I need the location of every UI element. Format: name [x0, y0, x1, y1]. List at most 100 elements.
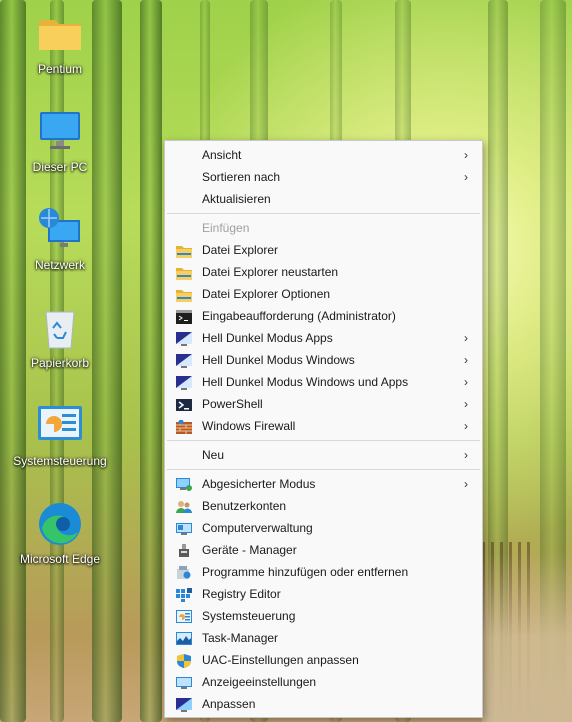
- menu-item-label: PowerShell: [202, 397, 263, 411]
- chevron-right-icon: ›: [464, 170, 468, 184]
- chevron-right-icon: ›: [464, 148, 468, 162]
- folder-icon: [176, 243, 192, 258]
- edge-icon: [36, 500, 84, 548]
- menu-item-label: Anpassen: [202, 697, 256, 711]
- display-mode-icon: [176, 331, 192, 346]
- menu-item-label: Systemsteuerung: [202, 609, 296, 623]
- registry-icon: [176, 587, 192, 602]
- desktop-icon-control-panel[interactable]: Systemsteuerung: [12, 402, 108, 468]
- menu-item-task-manager[interactable]: Task-Manager: [167, 627, 480, 649]
- menu-item-systemsteuerung[interactable]: Systemsteuerung: [167, 605, 480, 627]
- powershell-icon: [176, 397, 192, 411]
- menu-item-aktualisieren[interactable]: Aktualisieren: [167, 188, 480, 210]
- menu-item-label: Datei Explorer Optionen: [202, 287, 331, 301]
- menu-item-computerverwaltung[interactable]: Computerverwaltung: [167, 517, 480, 539]
- menu-item-datei-explorer-optionen[interactable]: Datei Explorer Optionen: [167, 283, 480, 305]
- desktop-icon-label: Microsoft Edge: [19, 552, 101, 566]
- menu-item-label: Computerverwaltung: [202, 521, 313, 535]
- desktop-context-menu: Ansicht › Sortieren nach › Aktualisieren…: [164, 140, 483, 718]
- menu-item-label: Windows Firewall: [202, 419, 296, 433]
- menu-item-label: Registry Editor: [202, 587, 281, 601]
- menu-item-label: Anzeigeeinstellungen: [202, 675, 317, 689]
- menu-item-windows-firewall[interactable]: Windows Firewall ›: [167, 415, 480, 437]
- chevron-right-icon: ›: [464, 397, 468, 411]
- menu-item-label: Geräte - Manager: [202, 543, 297, 557]
- menu-item-label: Einfügen: [202, 221, 250, 235]
- personalize-icon: [176, 697, 192, 712]
- menu-item-label: Task-Manager: [202, 631, 279, 645]
- menu-item-label: Aktualisieren: [202, 192, 271, 206]
- computer-management-icon: [176, 521, 192, 535]
- chevron-right-icon: ›: [464, 419, 468, 433]
- control-panel-icon: [176, 609, 192, 623]
- display-mode-icon: [176, 353, 192, 368]
- programs-icon: [176, 565, 192, 579]
- desktop-icon-label: Pentium: [37, 62, 83, 76]
- desktop-icon-label: Netzwerk: [34, 258, 85, 272]
- menu-item-label: Hell Dunkel Modus Windows: [202, 353, 355, 367]
- menu-item-anpassen[interactable]: Anpassen: [167, 693, 480, 715]
- menu-item-label: UAC-Einstellungen anpassen: [202, 653, 359, 667]
- uac-shield-icon: [176, 653, 192, 668]
- menu-item-hell-dunkel-windows[interactable]: Hell Dunkel Modus Windows ›: [167, 349, 480, 371]
- desktop-icon-pentium[interactable]: Pentium: [12, 10, 108, 76]
- chevron-right-icon: ›: [464, 448, 468, 462]
- menu-item-label: Sortieren nach: [202, 170, 281, 184]
- menu-item-ansicht[interactable]: Ansicht ›: [167, 144, 480, 166]
- menu-item-datei-explorer-neustarten[interactable]: Datei Explorer neustarten: [167, 261, 480, 283]
- folder-icon: [176, 265, 192, 280]
- cmd-icon: [176, 309, 192, 324]
- menu-item-programme[interactable]: Programme hinzufügen oder entfernen: [167, 561, 480, 583]
- folder-icon: [176, 287, 192, 302]
- menu-item-label: Hell Dunkel Modus Windows und Apps: [202, 375, 409, 389]
- firewall-icon: [176, 419, 192, 434]
- menu-item-label: Programme hinzufügen oder entfernen: [202, 565, 409, 579]
- desktop-icon-edge[interactable]: Microsoft Edge: [12, 500, 108, 566]
- recycle-bin-icon: [36, 304, 84, 352]
- monitor-icon: [36, 108, 84, 156]
- menu-item-neu[interactable]: Neu ›: [167, 444, 480, 466]
- desktop-icon-network[interactable]: Netzwerk: [12, 206, 108, 272]
- device-manager-icon: [176, 543, 192, 557]
- menu-item-geraete-manager[interactable]: Geräte - Manager: [167, 539, 480, 561]
- menu-separator: [167, 469, 480, 470]
- menu-item-label: Ansicht: [202, 148, 242, 162]
- task-manager-icon: [176, 631, 192, 645]
- menu-item-hell-dunkel-apps[interactable]: Hell Dunkel Modus Apps ›: [167, 327, 480, 349]
- desktop-icon-label: Dieser PC: [32, 160, 88, 174]
- menu-item-sortieren-nach[interactable]: Sortieren nach ›: [167, 166, 480, 188]
- control-panel-icon: [36, 402, 84, 450]
- chevron-right-icon: ›: [464, 375, 468, 389]
- menu-item-datei-explorer[interactable]: Datei Explorer: [167, 239, 480, 261]
- menu-item-benutzerkonten[interactable]: Benutzerkonten: [167, 495, 480, 517]
- chevron-right-icon: ›: [464, 477, 468, 491]
- chevron-right-icon: ›: [464, 353, 468, 367]
- menu-item-eingabeaufforderung[interactable]: Eingabeaufforderung (Administrator): [167, 305, 480, 327]
- desktop-icon-label: Papierkorb: [30, 356, 90, 370]
- menu-item-label: Hell Dunkel Modus Apps: [202, 331, 333, 345]
- user-accounts-icon: [176, 499, 192, 513]
- menu-item-label: Datei Explorer: [202, 243, 279, 257]
- menu-item-einfuegen: Einfügen: [167, 217, 480, 239]
- menu-item-label: Abgesicherter Modus: [202, 477, 316, 491]
- menu-item-abgesicherter-modus[interactable]: Abgesicherter Modus ›: [167, 473, 480, 495]
- menu-item-hell-dunkel-windows-apps[interactable]: Hell Dunkel Modus Windows und Apps ›: [167, 371, 480, 393]
- menu-item-powershell[interactable]: PowerShell ›: [167, 393, 480, 415]
- desktop-icon-this-pc[interactable]: Dieser PC: [12, 108, 108, 174]
- desktop-icon-label: Systemsteuerung: [13, 454, 107, 468]
- display-settings-icon: [176, 675, 192, 689]
- menu-separator: [167, 440, 480, 441]
- menu-item-label: Datei Explorer neustarten: [202, 265, 339, 279]
- folder-icon: [36, 10, 84, 58]
- menu-item-registry-editor[interactable]: Registry Editor: [167, 583, 480, 605]
- menu-item-uac-einstellungen[interactable]: UAC-Einstellungen anpassen: [167, 649, 480, 671]
- network-icon: [36, 206, 84, 254]
- safe-mode-icon: [176, 477, 192, 491]
- menu-item-label: Eingabeaufforderung (Administrator): [202, 309, 396, 323]
- menu-item-label: Neu: [202, 448, 225, 462]
- chevron-right-icon: ›: [464, 331, 468, 345]
- desktop-icon-recycle-bin[interactable]: Papierkorb: [12, 304, 108, 370]
- menu-item-label: Benutzerkonten: [202, 499, 287, 513]
- menu-item-anzeigeeinstellungen[interactable]: Anzeigeeinstellungen: [167, 671, 480, 693]
- display-mode-icon: [176, 375, 192, 390]
